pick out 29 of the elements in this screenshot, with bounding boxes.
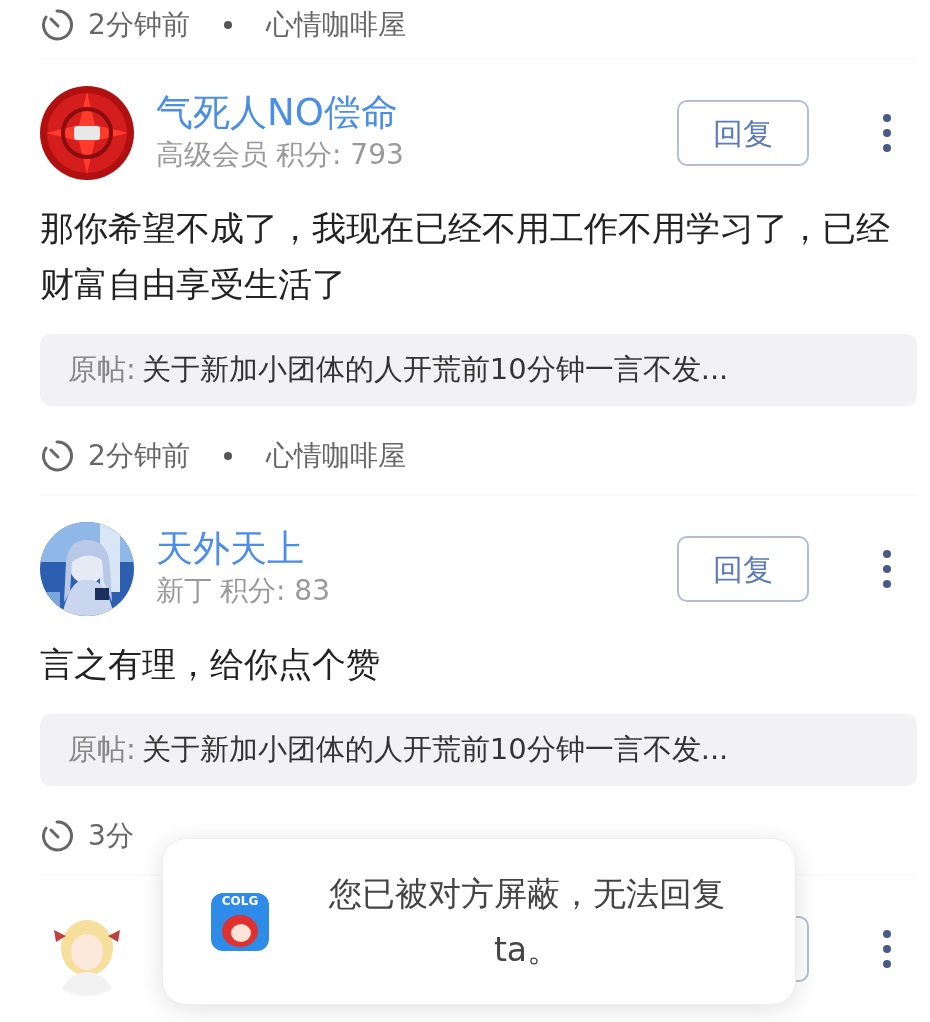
mascot-icon — [222, 914, 258, 947]
comment-text: 那你希望不成了，我现在已经不用工作不用学习了，已经财富自由享受生活了 — [40, 207, 891, 306]
quote-title: 关于新加小团体的人开荒前10分钟一言不发... — [141, 351, 729, 389]
user-name[interactable]: 天外天上 — [156, 527, 330, 571]
app-icon-label: COLG — [220, 893, 260, 908]
reply-button[interactable]: 回复 — [677, 536, 809, 602]
reply-button[interactable]: 回复 — [677, 100, 809, 166]
clock-icon — [40, 819, 74, 853]
points: 积分: 793 — [276, 138, 404, 171]
quote-title: 关于新加小团体的人开荒前10分钟一言不发... — [141, 731, 729, 769]
quote-label: 原帖: — [68, 351, 136, 389]
points: 积分: 83 — [220, 574, 330, 607]
toast-message: 您已被对方屏蔽，无法回复ta。 — [328, 872, 726, 971]
clock-icon — [40, 439, 74, 473]
separator-dot — [223, 21, 232, 29]
post-time: 3分 — [88, 818, 134, 854]
member-rank: 新丁 — [156, 574, 212, 607]
comment-text: 言之有理，给你点个赞 — [40, 643, 381, 686]
quote-label: 原帖: — [68, 731, 136, 769]
clock-icon — [40, 8, 74, 42]
forum-link[interactable]: 心情咖啡屋 — [265, 4, 406, 46]
forum-link[interactable]: 心情咖啡屋 — [265, 435, 406, 477]
quote-box[interactable]: 原帖: 关于新加小团体的人开荒前10分钟一言不发... — [40, 334, 917, 406]
post-time: 2分钟前 — [88, 438, 190, 474]
quote-box[interactable]: 原帖: 关于新加小团体的人开荒前10分钟一言不发... — [40, 714, 917, 786]
user-name[interactable]: 气死人NO偿命 — [156, 91, 404, 135]
member-rank: 高级会员 — [156, 138, 268, 171]
post-time: 2分钟前 — [88, 7, 190, 43]
separator-dot — [223, 452, 232, 460]
